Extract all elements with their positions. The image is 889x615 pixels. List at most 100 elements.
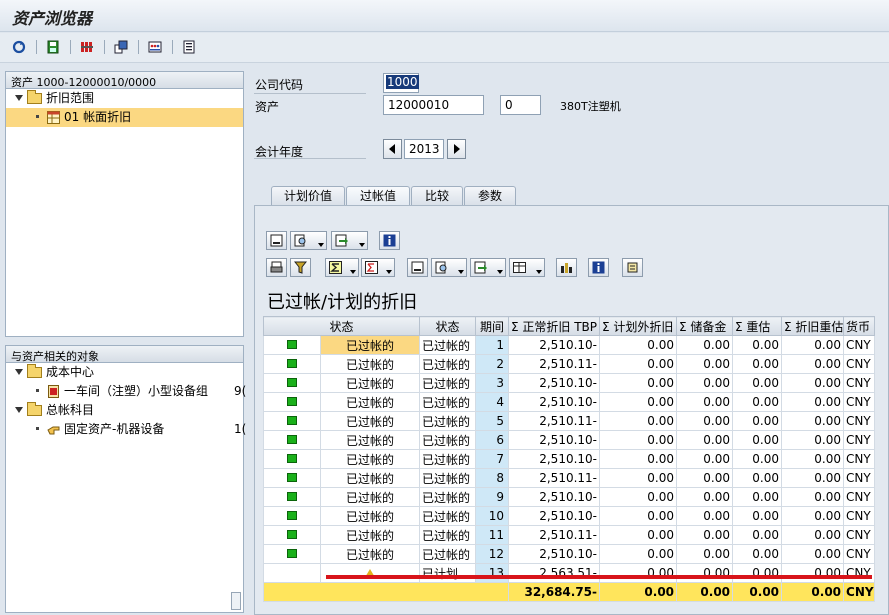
amount-cell[interactable]: 0.00: [676, 335, 734, 355]
tree-node-cost-center-folder[interactable]: 成本中心: [6, 363, 243, 382]
amount-cell[interactable]: 0.00: [781, 411, 845, 431]
amount-cell[interactable]: 0.00: [781, 468, 845, 488]
total-currency-cell[interactable]: CNY: [843, 582, 876, 602]
note-button[interactable]: [622, 258, 643, 277]
amount-cell[interactable]: 0.00: [599, 487, 678, 507]
layout-menu-button[interactable]: [509, 258, 545, 277]
amount-cell[interactable]: 0.00: [599, 544, 678, 564]
next-year-button[interactable]: [447, 139, 466, 159]
asset-number-field[interactable]: 12000010: [383, 95, 484, 115]
scrollbar-thumb[interactable]: [231, 592, 241, 610]
company-code-field[interactable]: 1000: [383, 73, 419, 93]
amount-cell[interactable]: 0.00: [599, 411, 678, 431]
amount-cell[interactable]: 0.00: [781, 525, 845, 545]
export-menu-button[interactable]: [331, 231, 368, 250]
status-text-cell[interactable]: 已过帐的: [419, 335, 477, 355]
amount-cell[interactable]: 2,510.11-: [508, 411, 601, 431]
column-header-status[interactable]: 状态: [262, 316, 421, 336]
table-row[interactable]: 已过帐的 已过帐的 1 2,510.10- 0.00 0.00 0.00 0.00 CNY: [263, 335, 876, 355]
currency-cell[interactable]: CNY: [843, 525, 876, 545]
total-amount-cell[interactable]: 32,684.75-: [508, 582, 601, 602]
amount-cell[interactable]: 2,510.10-: [508, 544, 601, 564]
layout-button[interactable]: [111, 38, 131, 56]
chart-button[interactable]: [556, 258, 577, 277]
asset-subnumber-field[interactable]: 0: [500, 95, 541, 115]
period-cell[interactable]: 11: [475, 525, 510, 545]
amount-cell[interactable]: 0.00: [781, 449, 845, 469]
amount-cell[interactable]: 0.00: [732, 373, 783, 393]
amount-cell[interactable]: 0.00: [676, 411, 734, 431]
column-header-reserve[interactable]: Σ 储备金: [676, 316, 734, 336]
amount-cell[interactable]: 0.00: [676, 487, 734, 507]
period-cell[interactable]: 8: [475, 468, 510, 488]
column-header-status-text[interactable]: 状态: [419, 316, 477, 336]
table-row[interactable]: 已过帐的 已过帐的 4 2,510.10- 0.00 0.00 0.00 0.00 CNY: [263, 392, 876, 412]
amount-cell[interactable]: 2,510.10-: [508, 449, 601, 469]
sum-menu-button[interactable]: [325, 258, 359, 277]
column-header-currency[interactable]: 货币: [843, 316, 876, 336]
expand-arrow-icon[interactable]: [15, 368, 23, 375]
period-cell[interactable]: 4: [475, 392, 510, 412]
table-row[interactable]: 已过帐的 已过帐的 6 2,510.10- 0.00 0.00 0.00 0.00 CNY: [263, 430, 876, 450]
amount-cell[interactable]: 0.00: [732, 335, 783, 355]
print-button[interactable]: [77, 38, 97, 56]
currency-cell[interactable]: CNY: [843, 392, 876, 412]
amount-cell[interactable]: 0.00: [599, 449, 678, 469]
period-cell[interactable]: 7: [475, 449, 510, 469]
amount-cell[interactable]: 0.00: [599, 373, 678, 393]
subtotal-menu-button[interactable]: [361, 258, 395, 277]
column-header-depreciation-revaluation[interactable]: Σ 折旧重估: [781, 316, 845, 336]
status-text-cell[interactable]: 已过帐的: [419, 506, 477, 526]
amount-cell[interactable]: 0.00: [781, 487, 845, 507]
amount-cell[interactable]: 0.00: [676, 468, 734, 488]
status-text-cell[interactable]: 已过帐的: [419, 487, 477, 507]
status-cell[interactable]: [319, 563, 421, 583]
amount-cell[interactable]: 0.00: [676, 373, 734, 393]
table-row[interactable]: 已计划 13 2,563.51- 0.00 0.00 0.00 0.00 CNY: [263, 563, 876, 583]
tree-node-book-depreciation[interactable]: 01 帐面折旧: [6, 108, 243, 127]
status-text-cell[interactable]: 已计划: [419, 563, 477, 583]
currency-cell[interactable]: CNY: [843, 335, 876, 355]
amount-cell[interactable]: 0.00: [676, 449, 734, 469]
period-cell[interactable]: 6: [475, 430, 510, 450]
status-cell[interactable]: 已过帐的: [319, 354, 421, 374]
total-amount-cell[interactable]: 0.00: [599, 582, 678, 602]
table-row[interactable]: 已过帐的 已过帐的 5 2,510.11- 0.00 0.00 0.00 0.00 CNY: [263, 411, 876, 431]
status-text-cell[interactable]: 已过帐的: [419, 468, 477, 488]
amount-cell[interactable]: 0.00: [599, 525, 678, 545]
period-cell[interactable]: 9: [475, 487, 510, 507]
amount-cell[interactable]: 0.00: [676, 430, 734, 450]
amount-cell[interactable]: 2,510.11-: [508, 354, 601, 374]
amount-cell[interactable]: 2,510.10-: [508, 430, 601, 450]
status-cell[interactable]: 已过帐的: [319, 430, 421, 450]
amount-cell[interactable]: 2,563.51-: [508, 563, 601, 583]
tree-node-gl-account-folder[interactable]: 总帐科目: [6, 401, 243, 420]
status-text-cell[interactable]: 已过帐的: [419, 354, 477, 374]
refresh-button[interactable]: [9, 38, 29, 56]
table-row[interactable]: 已过帐的 已过帐的 10 2,510.10- 0.00 0.00 0.00 0.00 CNY: [263, 506, 876, 526]
tree-node-cost-center[interactable]: 一车间（注塑）小型设备组 9(: [6, 382, 246, 401]
amount-cell[interactable]: 0.00: [732, 487, 783, 507]
status-cell[interactable]: 已过帐的: [319, 335, 421, 355]
details-button[interactable]: [588, 258, 609, 277]
period-cell[interactable]: 12: [475, 544, 510, 564]
table-row[interactable]: 已过帐的 已过帐的 12 2,510.10- 0.00 0.00 0.00 0.00 CNY: [263, 544, 876, 564]
amount-cell[interactable]: 2,510.10-: [508, 392, 601, 412]
amount-cell[interactable]: 0.00: [781, 544, 845, 564]
status-cell[interactable]: 已过帐的: [319, 411, 421, 431]
currency-cell[interactable]: CNY: [843, 544, 876, 564]
amount-cell[interactable]: 0.00: [676, 354, 734, 374]
period-cell[interactable]: 3: [475, 373, 510, 393]
amount-cell[interactable]: 0.00: [599, 392, 678, 412]
save-button[interactable]: [43, 38, 63, 56]
table-row[interactable]: 已过帐的 已过帐的 7 2,510.10- 0.00 0.00 0.00 0.00 CNY: [263, 449, 876, 469]
amount-cell[interactable]: 2,510.11-: [508, 468, 601, 488]
amount-cell[interactable]: 0.00: [676, 563, 734, 583]
status-cell[interactable]: 已过帐的: [319, 525, 421, 545]
tab-parameters[interactable]: 参数: [464, 186, 516, 206]
table-row[interactable]: 已过帐的 已过帐的 8 2,510.11- 0.00 0.00 0.00 0.00 CNY: [263, 468, 876, 488]
tree-node-depreciation-area-folder[interactable]: 折旧范围: [6, 89, 243, 108]
total-amount-cell[interactable]: 0.00: [781, 582, 845, 602]
table-row[interactable]: 已过帐的 已过帐的 11 2,510.11- 0.00 0.00 0.00 0.00 CNY: [263, 525, 876, 545]
status-text-cell[interactable]: 已过帐的: [419, 411, 477, 431]
